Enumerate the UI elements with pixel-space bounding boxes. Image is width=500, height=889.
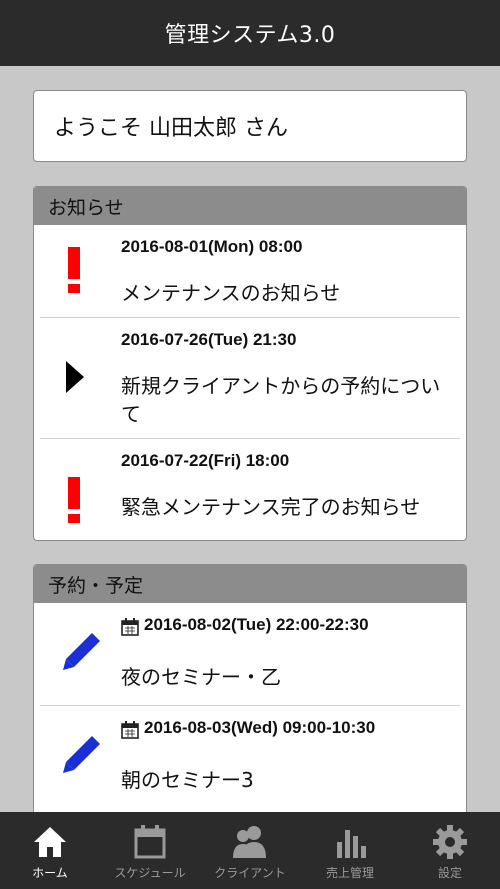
schedule-date: 2016-08-03(Wed) 09:00-10:30 — [144, 718, 376, 737]
welcome-box: ようこそ 山田太郎 さん — [33, 90, 467, 162]
schedule-date: 2016-08-02(Tue) 22:00-22:30 — [144, 615, 369, 634]
schedule-title: 夜のセミナー・乙 — [121, 665, 281, 689]
notice-date: 2016-07-22(Fri) 18:00 — [121, 451, 290, 470]
calendar-icon — [134, 825, 166, 859]
notices-header: お知らせ — [34, 187, 466, 225]
notices-panel: お知らせ 2016-08-01(Mon) 08:00 メンテナンスのお知らせ 2… — [33, 186, 467, 541]
app-header: 管理システム3.0 — [0, 0, 500, 66]
calendar-icon — [121, 618, 139, 636]
nav-home[interactable]: ホーム — [0, 812, 100, 889]
nav-schedule[interactable]: スケジュール — [100, 812, 200, 889]
arrow-right-icon — [66, 361, 84, 393]
main-content[interactable]: ようこそ 山田太郎 さん お知らせ 2016-08-01(Mon) 08:00 … — [0, 66, 500, 812]
notice-date: 2016-08-01(Mon) 08:00 — [121, 237, 303, 256]
nav-settings[interactable]: 設定 — [400, 812, 500, 889]
home-icon — [34, 827, 66, 857]
nav-label: 売上管理 — [325, 866, 374, 880]
calendar-icon — [121, 721, 139, 739]
exclamation-icon — [68, 247, 80, 293]
notice-date: 2016-07-26(Tue) 21:30 — [121, 330, 297, 349]
schedule-header: 予約・予定 — [34, 565, 466, 603]
schedule-item[interactable]: 2016-08-02(Tue) 22:00-22:30 夜のセミナー・乙 — [40, 603, 460, 706]
notice-item[interactable]: 2016-07-22(Fri) 18:00 緊急メンテナンス完了のお知らせ — [40, 439, 460, 540]
schedule-title: 予約・予定 — [48, 574, 144, 597]
notices-title: お知らせ — [48, 196, 124, 219]
users-icon — [233, 826, 266, 858]
nav-label: クライアント — [214, 866, 286, 880]
notice-item[interactable]: 2016-08-01(Mon) 08:00 メンテナンスのお知らせ — [40, 225, 460, 318]
notice-title: 緊急メンテナンス完了のお知らせ — [121, 495, 421, 519]
schedule-title: 朝のセミナー3 — [121, 768, 254, 792]
nav-sales[interactable]: 売上管理 — [300, 812, 400, 889]
app-title: 管理システム3.0 — [164, 23, 336, 48]
notice-item[interactable]: 2016-07-26(Tue) 21:30 新規クライアントからの予約について — [40, 318, 460, 439]
schedule-panel: 予約・予定 2016-08-02(Tue) 22:00-22:30 夜のセミナー… — [33, 564, 467, 812]
gear-icon — [433, 825, 467, 859]
notice-title: メンテナンスのお知らせ — [121, 281, 341, 305]
pencil-icon — [63, 736, 100, 773]
bar-chart-icon — [337, 830, 366, 858]
exclamation-icon — [68, 477, 80, 523]
nav-clients[interactable]: クライアント — [200, 812, 300, 889]
welcome-text: ようこそ 山田太郎 さん — [54, 116, 288, 141]
nav-label: スケジュール — [114, 866, 186, 880]
nav-label: 設定 — [437, 866, 462, 880]
nav-label: ホーム — [32, 866, 68, 880]
notice-title: 新規クライアントからの予約について — [121, 374, 441, 426]
schedule-item[interactable]: 2016-08-03(Wed) 09:00-10:30 朝のセミナー3 — [40, 706, 460, 809]
pencil-icon — [63, 633, 100, 670]
bottom-nav: ホーム スケジュール クライアント 売上管理 設定 — [0, 812, 500, 889]
